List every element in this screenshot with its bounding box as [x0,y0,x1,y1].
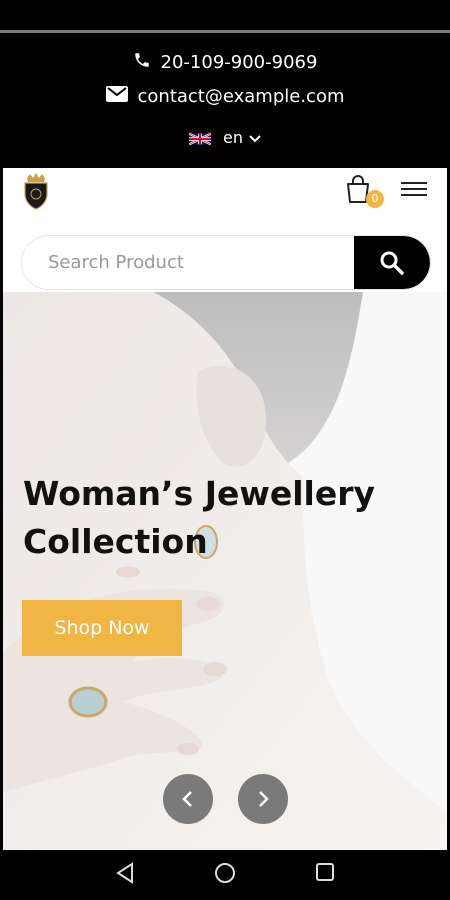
circle-home-icon[interactable] [214,862,236,888]
mail-icon [105,86,128,107]
slider-next-button[interactable] [238,774,288,824]
triangle-back-icon[interactable] [115,862,135,888]
search-bar [21,235,431,290]
system-nav-bar [0,850,450,900]
search-input[interactable] [22,236,354,289]
shop-now-button[interactable]: Shop Now [22,600,182,656]
chevron-left-icon [182,791,192,807]
site-header: 0 [3,168,447,230]
contact-bar: 20-109-900-9069 contact@example.com en [3,33,447,168]
hero-title: Woman’s Jewellery Collection [23,474,376,561]
slider-prev-button[interactable] [163,774,213,824]
hero-slider: Woman’s Jewellery Collection Shop Now [3,292,447,850]
uk-flag-icon [189,131,211,145]
language-label: en [223,128,243,147]
search-icon [380,251,404,275]
chevron-down-icon [249,128,261,147]
hero-background-image [3,292,447,850]
cart-count-badge: 0 [366,190,384,208]
search-button[interactable] [354,236,430,289]
phone-number[interactable]: 20-109-900-9069 [161,52,318,73]
phone-icon [133,51,151,74]
status-bar [0,0,450,32]
phone-row[interactable]: 20-109-900-9069 [3,51,447,74]
language-selector[interactable]: en [3,128,447,147]
chevron-right-icon [259,791,269,807]
search-section [3,230,447,292]
hamburger-menu-icon[interactable] [401,178,427,200]
crown-shield-logo[interactable] [21,172,51,210]
square-recents-icon[interactable] [315,862,335,886]
email-row[interactable]: contact@example.com [3,86,447,107]
email-address[interactable]: contact@example.com [138,86,345,107]
